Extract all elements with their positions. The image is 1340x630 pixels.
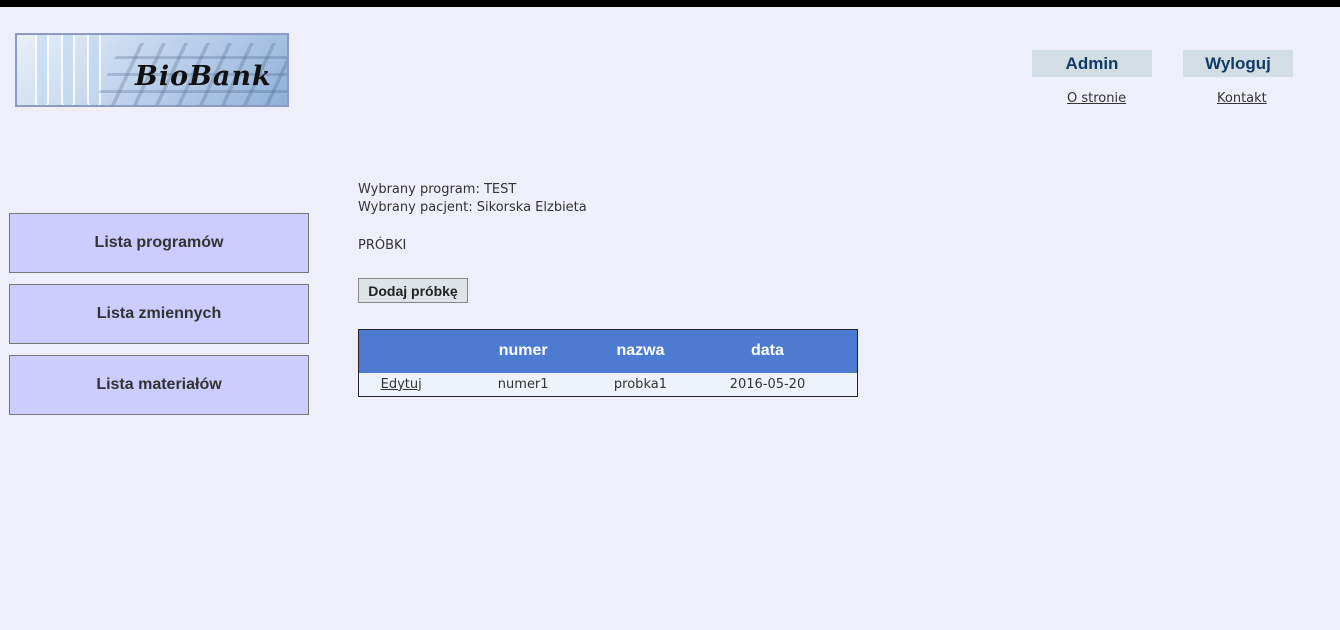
table-row: Edytuj numer1 probka1 2016-05-20 — [358, 372, 858, 397]
row-nazwa-cell: probka1 — [613, 376, 667, 392]
section-title: PRÓBKI — [358, 238, 407, 253]
about-link[interactable]: O stronie — [1067, 91, 1126, 106]
column-header-data[interactable]: data — [678, 330, 858, 373]
column-header-nazwa[interactable]: nazwa — [603, 330, 678, 373]
row-numer-cell: numer1 — [497, 376, 549, 392]
column-header-numer[interactable]: numer — [443, 330, 603, 373]
nav-programs-button[interactable]: Lista programów — [9, 213, 309, 273]
logout-button[interactable]: Wyloguj — [1183, 50, 1293, 77]
selected-program-text: Wybrany program: TEST — [358, 182, 517, 197]
test-tube-icon — [35, 35, 49, 105]
row-data-cell: 2016-05-20 — [729, 376, 806, 392]
logo-wordmark: BioBank — [135, 61, 272, 92]
samples-table: numer nazwa data Edytuj numer1 probka1 2… — [358, 329, 858, 397]
top-bar — [0, 0, 1340, 7]
nav-materials-button[interactable]: Lista materiałów — [9, 355, 309, 415]
test-tube-icon — [61, 35, 75, 105]
selected-patient-text: Wybrany pacjent: Sikorska Elzbieta — [358, 200, 587, 215]
admin-button[interactable]: Admin — [1032, 50, 1152, 77]
column-header-action — [359, 330, 444, 373]
row-action-cell: Edytuj — [359, 373, 444, 397]
nav-variables-button[interactable]: Lista zmiennych — [9, 284, 309, 344]
biobank-logo[interactable]: BioBank — [15, 33, 289, 107]
edit-link[interactable]: Edytuj — [381, 377, 422, 392]
table-header-row: numer nazwa data — [358, 329, 858, 373]
add-sample-button[interactable]: Dodaj próbkę — [358, 278, 468, 303]
contact-link[interactable]: Kontakt — [1217, 91, 1267, 106]
